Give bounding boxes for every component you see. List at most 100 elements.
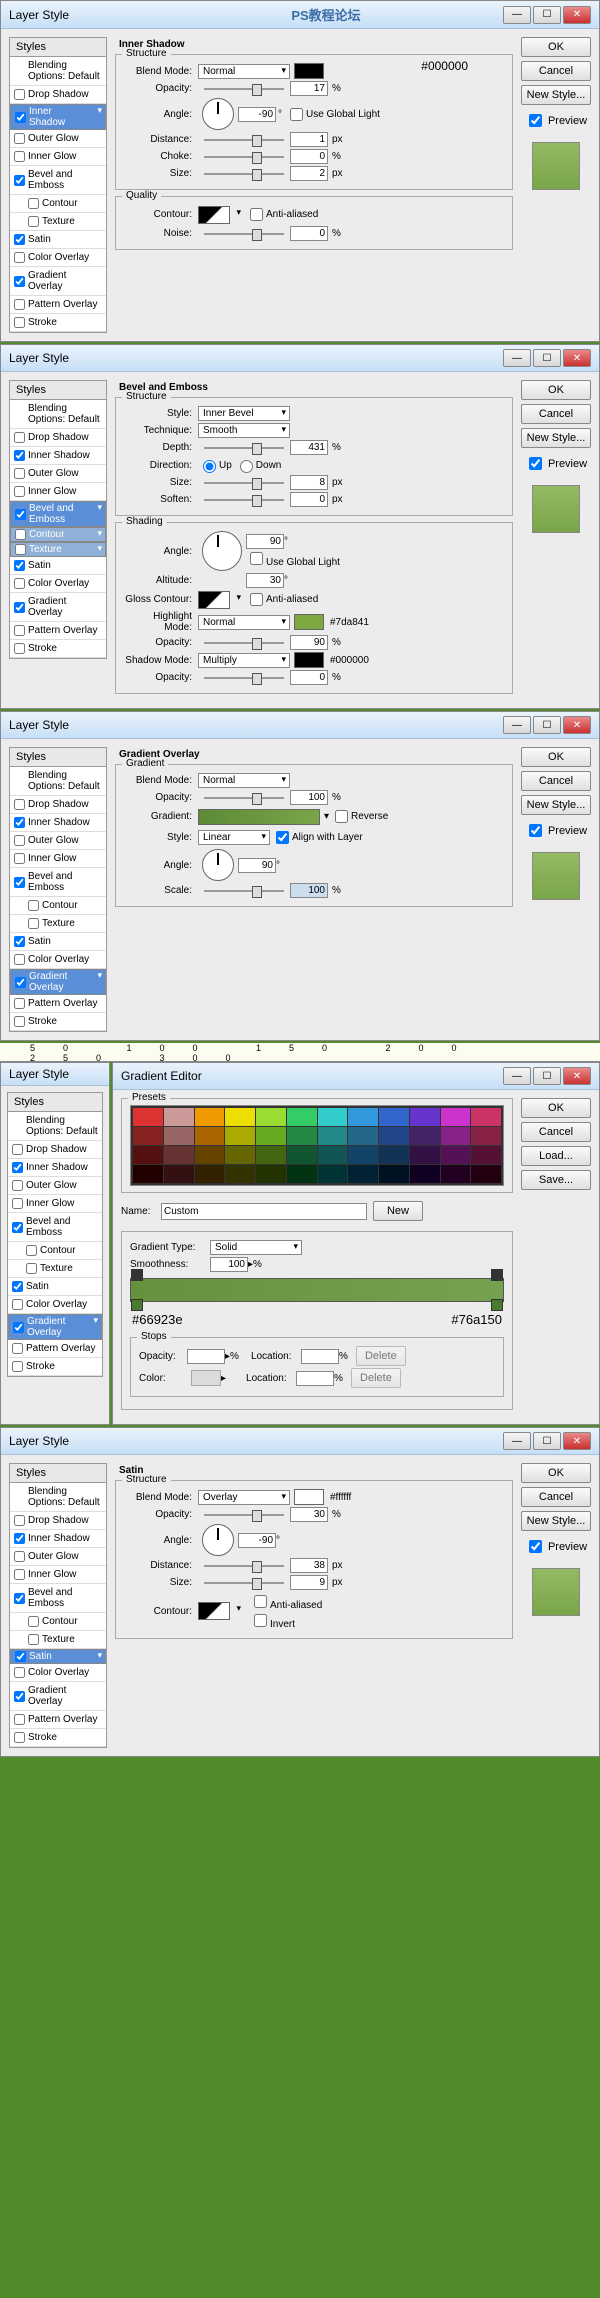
gradient-picker[interactable] xyxy=(198,809,320,825)
antialias-chk[interactable] xyxy=(250,208,263,221)
preset-swatch[interactable] xyxy=(348,1127,378,1145)
style-outer-glow[interactable]: Outer Glow xyxy=(10,465,106,483)
distance-slider[interactable] xyxy=(204,1565,284,1567)
opacity-input[interactable] xyxy=(290,1507,328,1522)
preset-swatch[interactable] xyxy=(133,1108,163,1126)
preset-swatch[interactable] xyxy=(379,1146,409,1164)
preset-swatch[interactable] xyxy=(287,1165,317,1183)
preset-swatch[interactable] xyxy=(410,1108,440,1126)
preset-swatch[interactable] xyxy=(164,1127,194,1145)
preset-swatch[interactable] xyxy=(225,1127,255,1145)
close-button[interactable]: ✕ xyxy=(563,1432,591,1450)
preset-swatch[interactable] xyxy=(195,1165,225,1183)
preset-swatch[interactable] xyxy=(133,1127,163,1145)
opacity-input[interactable] xyxy=(290,790,328,805)
preset-swatch[interactable] xyxy=(256,1108,286,1126)
preset-swatch[interactable] xyxy=(225,1146,255,1164)
preset-swatch[interactable] xyxy=(164,1146,194,1164)
angle-input[interactable] xyxy=(238,107,276,122)
close-button[interactable]: ✕ xyxy=(563,716,591,734)
choke-slider[interactable] xyxy=(204,156,284,158)
preset-swatch[interactable] xyxy=(318,1127,348,1145)
preset-swatch[interactable] xyxy=(348,1165,378,1183)
style-select[interactable]: Inner Bevel xyxy=(198,406,290,421)
soften-input[interactable] xyxy=(290,492,328,507)
s-opacity-input[interactable] xyxy=(290,670,328,685)
preview-chk[interactable] xyxy=(529,114,542,127)
highlight-color[interactable] xyxy=(294,614,324,630)
preset-swatch[interactable] xyxy=(195,1127,225,1145)
preset-swatch[interactable] xyxy=(379,1108,409,1126)
style-inner-glow[interactable]: Inner Glow xyxy=(10,148,106,166)
opacity-slider[interactable] xyxy=(204,88,284,90)
dir-up[interactable] xyxy=(203,460,216,473)
minimize-button[interactable]: — xyxy=(503,716,531,734)
size-input[interactable] xyxy=(290,1575,328,1590)
smoothness-input[interactable] xyxy=(210,1257,248,1272)
ok-button[interactable]: OK xyxy=(521,37,591,57)
blend-mode-select[interactable]: Overlay xyxy=(198,1490,290,1505)
chk[interactable] xyxy=(15,112,26,123)
distance-input[interactable] xyxy=(290,1558,328,1573)
preset-swatch[interactable] xyxy=(471,1127,501,1145)
cancel-button[interactable]: Cancel xyxy=(521,771,591,791)
preset-swatch[interactable] xyxy=(471,1165,501,1183)
size-input[interactable] xyxy=(290,166,328,181)
style-drop-shadow[interactable]: Drop Shadow xyxy=(10,86,106,104)
noise-input[interactable] xyxy=(290,226,328,241)
name-input[interactable] xyxy=(161,1203,367,1220)
minimize-button[interactable]: — xyxy=(503,6,531,24)
save-button[interactable]: Save... xyxy=(521,1170,591,1190)
new-style-button[interactable]: New Style... xyxy=(521,428,591,448)
style-satin[interactable]: Satin xyxy=(10,557,106,575)
style-texture[interactable]: Texture xyxy=(10,213,106,231)
scale-input[interactable] xyxy=(290,883,328,898)
distance-slider[interactable] xyxy=(204,139,284,141)
preset-swatch[interactable] xyxy=(410,1165,440,1183)
style-satin[interactable]: Satin xyxy=(10,231,106,249)
altitude-input[interactable] xyxy=(246,573,284,588)
preview-chk[interactable] xyxy=(529,1540,542,1553)
chk[interactable] xyxy=(14,276,25,287)
style-inner-shadow[interactable]: Inner Shadow xyxy=(10,447,106,465)
style-color-overlay[interactable]: Color Overlay xyxy=(10,575,106,593)
blending-options[interactable]: Blending Options: Default xyxy=(10,57,106,86)
preset-swatches[interactable] xyxy=(130,1105,504,1186)
style-contour[interactable]: Contour xyxy=(10,195,106,213)
preset-swatch[interactable] xyxy=(164,1108,194,1126)
preset-swatch[interactable] xyxy=(256,1165,286,1183)
style-pattern-overlay[interactable]: Pattern Overlay xyxy=(10,622,106,640)
gradient-bar[interactable] xyxy=(130,1278,504,1302)
preset-swatch[interactable] xyxy=(318,1108,348,1126)
style-bevel[interactable]: Bevel and Emboss xyxy=(10,166,106,195)
chk[interactable] xyxy=(14,175,25,186)
opacity-slider[interactable] xyxy=(204,1514,284,1516)
new-style-button[interactable]: New Style... xyxy=(521,795,591,815)
preset-swatch[interactable] xyxy=(379,1127,409,1145)
noise-slider[interactable] xyxy=(204,233,284,235)
h-opacity-slider[interactable] xyxy=(204,642,284,644)
gloss-contour[interactable] xyxy=(198,591,230,609)
global-light-chk[interactable] xyxy=(250,552,263,565)
preset-swatch[interactable] xyxy=(441,1127,471,1145)
ok-button[interactable]: OK xyxy=(521,747,591,767)
dir-down[interactable] xyxy=(240,460,253,473)
ok-button[interactable]: OK xyxy=(521,380,591,400)
load-button[interactable]: Load... xyxy=(521,1146,591,1166)
chk[interactable] xyxy=(14,299,25,310)
preset-swatch[interactable] xyxy=(287,1108,317,1126)
s-opacity-slider[interactable] xyxy=(204,677,284,679)
choke-input[interactable] xyxy=(290,149,328,164)
style-gradient-overlay[interactable]: Gradient Overlay xyxy=(10,267,106,296)
style-contour[interactable]: Contour xyxy=(10,527,106,542)
size-slider[interactable] xyxy=(204,1582,284,1584)
angle-input[interactable] xyxy=(246,534,284,549)
minimize-button[interactable]: — xyxy=(503,1067,531,1085)
size-slider[interactable] xyxy=(204,482,284,484)
maximize-button[interactable]: ☐ xyxy=(533,716,561,734)
chk[interactable] xyxy=(14,234,25,245)
preset-swatch[interactable] xyxy=(133,1146,163,1164)
preset-swatch[interactable] xyxy=(287,1127,317,1145)
style-drop-shadow[interactable]: Drop Shadow xyxy=(10,429,106,447)
preset-swatch[interactable] xyxy=(410,1146,440,1164)
